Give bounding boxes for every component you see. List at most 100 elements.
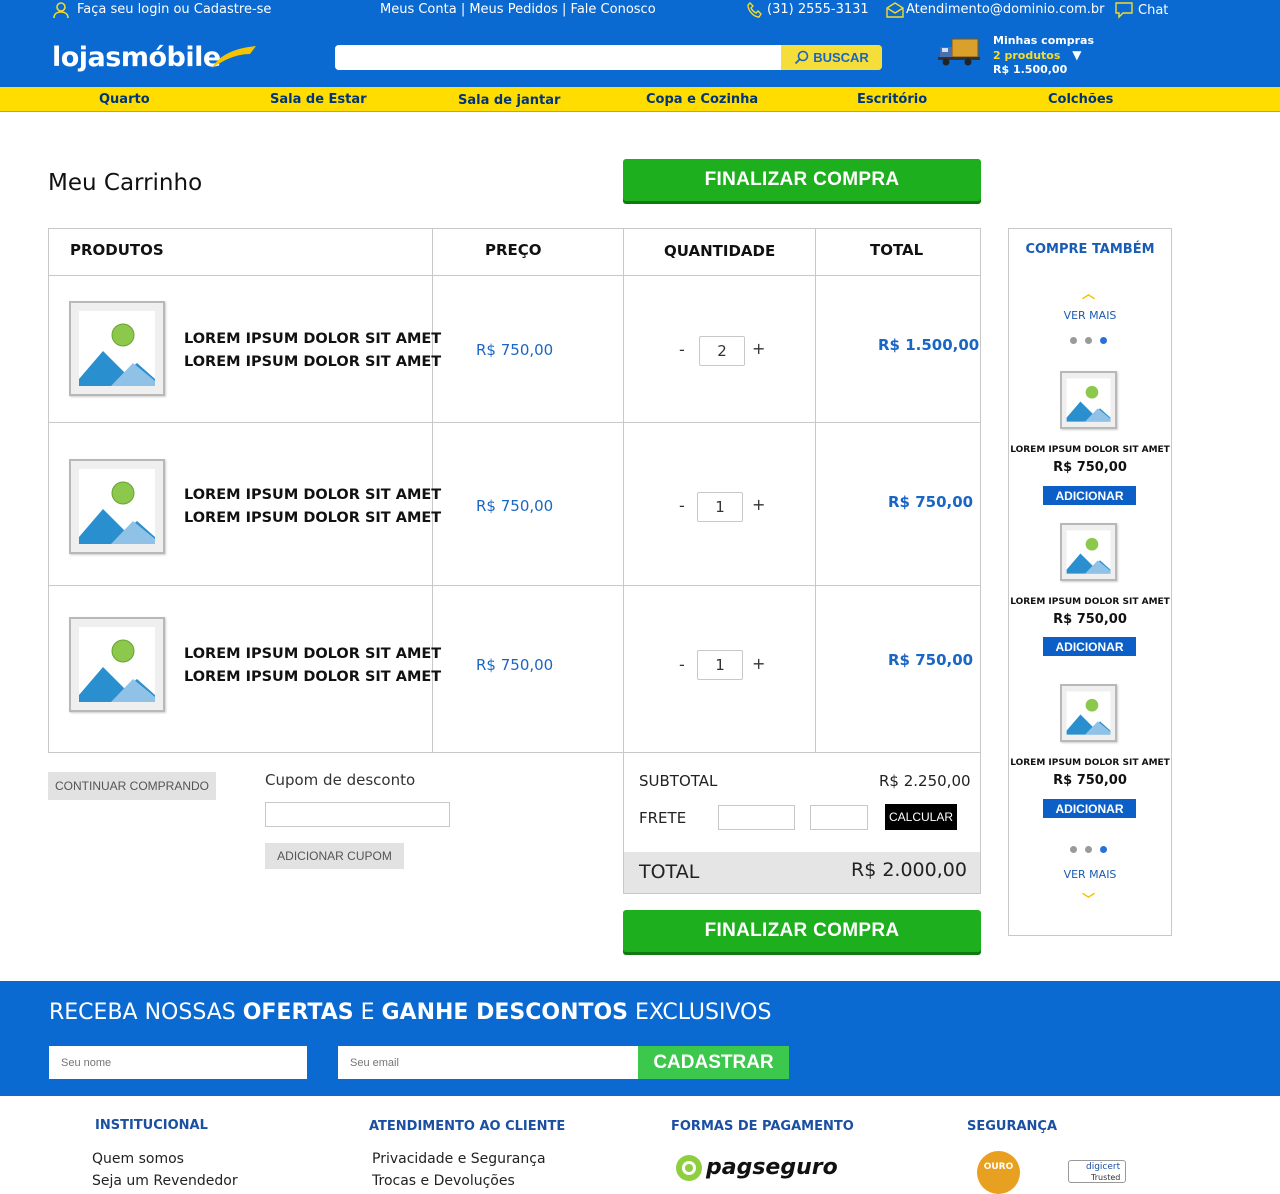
mail-icon <box>886 2 904 22</box>
column-header-preco: PREÇO <box>485 241 542 259</box>
chat-icon[interactable] <box>1114 1 1134 23</box>
total-label: TOTAL <box>639 861 700 883</box>
phone-icon <box>746 1 764 23</box>
product-name-line: LOREM IPSUM DOLOR SIT AMET <box>184 646 442 662</box>
cep-input-1[interactable] <box>718 805 795 830</box>
add-coupon-button[interactable]: ADICIONAR CUPOM <box>265 843 404 869</box>
cross-sell-product-name[interactable]: LOREM IPSUM DOLOR SIT AMET <box>1009 597 1171 607</box>
ouro-seal: OURO <box>977 1151 1020 1194</box>
total-value: R$ 2.000,00 <box>851 859 967 881</box>
continue-shopping-button[interactable]: CONTINUAR COMPRANDO <box>48 772 216 800</box>
divider <box>815 229 816 752</box>
nav-item-quarto[interactable]: Quarto <box>99 92 150 107</box>
newsletter-submit-button[interactable]: CADASTRAR <box>638 1046 789 1079</box>
nav-item-sala-de-estar[interactable]: Sala de Estar <box>270 92 367 107</box>
nav-item-copa-e-cozinha[interactable]: Copa e Cozinha <box>646 92 758 107</box>
newsletter-name-input[interactable] <box>49 1046 307 1079</box>
mini-cart-summary[interactable]: Minhas compras 2 produtos ▼ R$ 1.500,00 <box>993 34 1094 77</box>
product-price: R$ 750,00 <box>476 341 554 359</box>
quantity-input[interactable]: 1 <box>697 650 743 680</box>
chevron-down-icon[interactable]: ﹀ <box>1082 889 1095 908</box>
cep-input-2[interactable] <box>810 805 868 830</box>
cross-sell-product-name[interactable]: LOREM IPSUM DOLOR SIT AMET <box>1009 445 1171 455</box>
truck-cart-icon[interactable] <box>938 35 980 67</box>
footer-heading-institucional: INSTITUCIONAL <box>95 1118 208 1133</box>
divider <box>49 585 980 586</box>
ver-mais-link-bottom[interactable]: VER MAIS <box>1009 868 1171 881</box>
product-name[interactable]: LOREM IPSUM DOLOR SIT AMET LOREM IPSUM D… <box>184 328 441 374</box>
cross-sell-title: COMPRE TAMBÉM <box>1025 242 1155 257</box>
footer-link[interactable]: Seja um Revendedor <box>92 1173 238 1189</box>
digicert-seal: digicert Trusted <box>1068 1160 1126 1183</box>
nav-item-sala-de-jantar[interactable]: Sala de jantar <box>458 93 560 108</box>
divider <box>49 422 980 423</box>
digicert-text: digicert <box>1086 1162 1121 1172</box>
product-price: R$ 750,00 <box>476 497 554 515</box>
search-button-label: BUSCAR <box>813 50 869 65</box>
quantity-input[interactable]: 2 <box>699 336 745 366</box>
newsletter-title: RECEBA NOSSAS OFERTAS E GANHE DESCONTOS … <box>49 1000 771 1025</box>
newsletter-email-input[interactable] <box>338 1046 638 1079</box>
caret-down-icon[interactable]: ▼ <box>1072 48 1081 62</box>
column-header-quantidade: QUANTIDADE <box>664 242 776 260</box>
product-name[interactable]: LOREM IPSUM DOLOR SIT AMET LOREM IPSUM D… <box>184 643 441 689</box>
nav-item-escritorio[interactable]: Escritório <box>857 92 927 107</box>
nav-item-colchoes[interactable]: Colchões <box>1048 92 1113 107</box>
chat-link[interactable]: Chat <box>1138 3 1168 18</box>
newsletter-title-part: RECEBA NOSSAS <box>49 1000 243 1025</box>
checkout-button-top[interactable]: FINALIZAR COMPRA <box>623 159 981 201</box>
qty-increase-button[interactable]: + <box>752 654 765 673</box>
newsletter-title-part: GANHE DESCONTOS <box>381 1000 629 1025</box>
product-name[interactable]: LOREM IPSUM DOLOR SIT AMET LOREM IPSUM D… <box>184 484 441 530</box>
checkout-button-bottom[interactable]: FINALIZAR COMPRA <box>623 910 981 952</box>
footer-heading-atendimento: ATENDIMENTO AO CLIENTE <box>369 1119 566 1134</box>
product-name-line: LOREM IPSUM DOLOR SIT AMET <box>184 354 442 370</box>
qty-decrease-button[interactable]: - <box>679 655 685 674</box>
search-bar: BUSCAR <box>335 45 882 70</box>
ver-mais-link-top[interactable]: VER MAIS <box>1009 309 1171 322</box>
cross-sell-product-price: R$ 750,00 <box>1053 612 1127 627</box>
account-links[interactable]: Meus Conta | Meus Pedidos | Fale Conosco <box>380 2 656 17</box>
cross-sell-product-price: R$ 750,00 <box>1053 460 1127 475</box>
add-to-cart-button[interactable]: ADICIONAR <box>1043 486 1136 505</box>
carousel-dots[interactable] <box>1070 846 1107 853</box>
column-header-produtos: PRODUTOS <box>70 241 164 259</box>
top-bar: Faça seu login ou Cadastre-se Meus Conta… <box>0 0 1280 24</box>
newsletter-title-part: E <box>353 1000 382 1025</box>
product-name-line: LOREM IPSUM DOLOR SIT AMET <box>184 331 442 347</box>
add-to-cart-button[interactable]: ADICIONAR <box>1043 637 1136 656</box>
phone-number: (31) 2555-3131 <box>767 2 869 17</box>
total-band: TOTAL R$ 2.000,00 <box>624 852 980 893</box>
footer-link[interactable]: Trocas e Devoluções <box>372 1173 515 1189</box>
order-summary: SUBTOTAL R$ 2.250,00 FRETE CALCULAR TOTA… <box>623 752 981 894</box>
calculate-shipping-button[interactable]: CALCULAR <box>885 804 957 830</box>
login-link[interactable]: Faça seu login ou Cadastre-se <box>77 2 271 17</box>
add-to-cart-button[interactable]: ADICIONAR <box>1043 799 1136 818</box>
search-button[interactable]: BUSCAR <box>781 45 882 70</box>
site-logo[interactable]: lojasmóbile <box>52 42 221 73</box>
qty-increase-button[interactable]: + <box>752 339 765 358</box>
coupon-input[interactable] <box>265 802 450 827</box>
product-image-placeholder[interactable] <box>69 459 165 554</box>
qty-increase-button[interactable]: + <box>752 495 765 514</box>
subtotal-label: SUBTOTAL <box>639 772 718 790</box>
product-image-placeholder[interactable] <box>1060 684 1117 742</box>
email-link[interactable]: Atendimento@dominio.com.br <box>906 2 1105 17</box>
search-input[interactable] <box>335 45 782 70</box>
cross-sell-product-name[interactable]: LOREM IPSUM DOLOR SIT AMET <box>1009 758 1171 768</box>
footer-link[interactable]: Privacidade e Segurança <box>372 1151 546 1167</box>
qty-decrease-button[interactable]: - <box>679 340 685 359</box>
qty-decrease-button[interactable]: - <box>679 496 685 515</box>
product-image-placeholder[interactable] <box>69 617 165 712</box>
carousel-dots[interactable] <box>1070 337 1107 344</box>
product-image-placeholder[interactable] <box>1060 523 1117 581</box>
product-image-placeholder[interactable] <box>69 301 165 396</box>
chevron-up-icon[interactable]: ︿ <box>1082 283 1095 302</box>
row-total: R$ 750,00 <box>888 493 974 511</box>
product-image-placeholder[interactable] <box>1060 371 1117 429</box>
footer-link[interactable]: Quem somos <box>92 1151 184 1167</box>
footer-heading-seguranca: SEGURANÇA <box>967 1119 1058 1134</box>
quantity-input[interactable]: 1 <box>697 492 743 522</box>
divider <box>623 229 624 752</box>
pagseguro-icon <box>676 1155 702 1181</box>
